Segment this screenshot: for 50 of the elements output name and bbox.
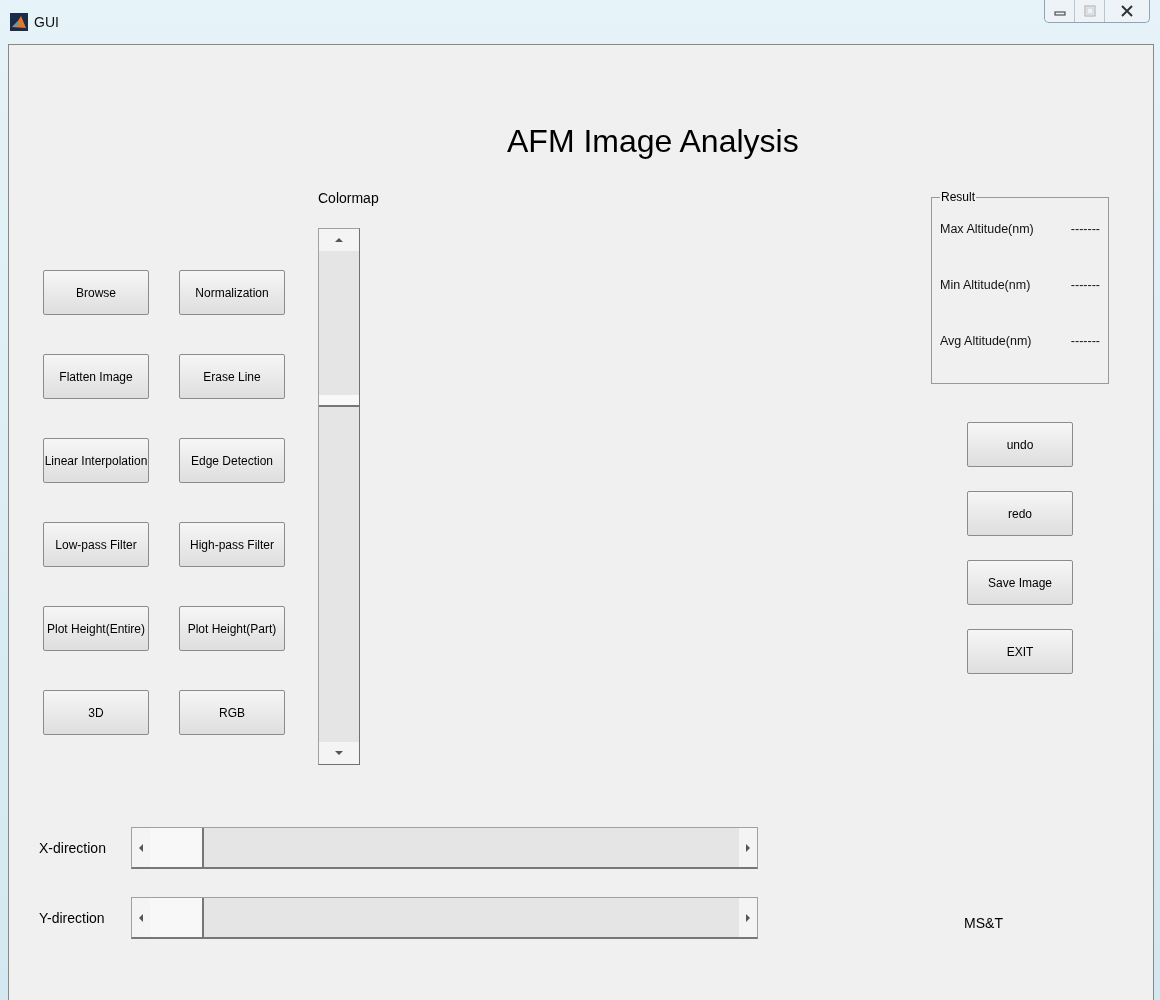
tool-button[interactable]: 3D — [43, 690, 149, 735]
footer-text: MS&T — [964, 915, 1003, 931]
tool-button[interactable]: High-pass Filter — [179, 522, 285, 567]
result-title: Result — [940, 190, 976, 204]
tool-button[interactable]: Browse — [43, 270, 149, 315]
down-arrow-icon — [335, 749, 343, 757]
slider-thumb[interactable] — [150, 828, 204, 867]
right-arrow-icon — [744, 913, 752, 922]
slider-thumb[interactable] — [319, 394, 359, 407]
left-arrow-icon — [137, 913, 145, 922]
result-value: ------- — [1070, 278, 1100, 292]
action-button[interactable]: EXIT — [967, 629, 1073, 674]
result-label: Max Altitude(nm) — [940, 222, 1034, 236]
action-button[interactable]: redo — [967, 491, 1073, 536]
direction-slider[interactable] — [131, 897, 758, 939]
maximize-icon — [1083, 5, 1096, 17]
tool-button[interactable]: Normalization — [179, 270, 285, 315]
tool-button[interactable]: Plot Height(Entire) — [43, 606, 149, 651]
slider-label: Y-direction — [39, 910, 106, 926]
scroll-left-button[interactable] — [132, 828, 150, 867]
action-button[interactable]: undo — [967, 422, 1073, 467]
window-title: GUI — [34, 14, 59, 30]
tool-button[interactable]: Linear Interpolation — [43, 438, 149, 483]
app-icon — [10, 13, 28, 31]
tool-button[interactable]: Erase Line — [179, 354, 285, 399]
colormap-label: Colormap — [318, 190, 379, 206]
result-label: Min Altitude(nm) — [940, 278, 1031, 292]
tool-button[interactable]: RGB — [179, 690, 285, 735]
slider-thumb[interactable] — [150, 898, 204, 937]
close-icon — [1120, 5, 1134, 17]
left-arrow-icon — [137, 843, 145, 852]
right-arrow-icon — [744, 843, 752, 852]
scroll-right-button[interactable] — [739, 828, 757, 867]
scroll-left-button[interactable] — [132, 898, 150, 937]
slider-label: X-direction — [39, 840, 107, 856]
tool-button[interactable]: Plot Height(Part) — [179, 606, 285, 651]
direction-slider[interactable] — [131, 827, 758, 869]
tool-button[interactable]: Low-pass Filter — [43, 522, 149, 567]
action-button[interactable]: Save Image — [967, 560, 1073, 605]
up-arrow-icon — [335, 236, 343, 244]
colormap-slider[interactable] — [318, 228, 360, 765]
scroll-up-button[interactable] — [319, 229, 359, 251]
scroll-down-button[interactable] — [319, 742, 359, 764]
result-value: ------- — [1070, 334, 1100, 348]
result-label: Avg Altitude(nm) — [940, 334, 1032, 348]
scroll-right-button[interactable] — [739, 898, 757, 937]
tool-button[interactable]: Flatten Image — [43, 354, 149, 399]
result-value: ------- — [1070, 222, 1100, 236]
app-heading: AFM Image Analysis — [507, 123, 799, 160]
tool-button[interactable]: Edge Detection — [179, 438, 285, 483]
